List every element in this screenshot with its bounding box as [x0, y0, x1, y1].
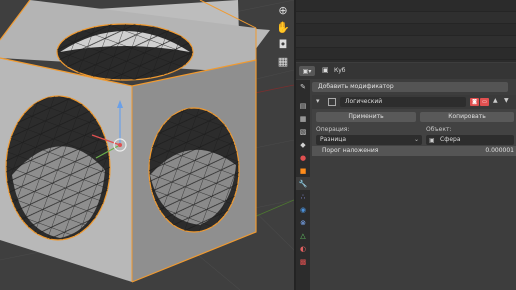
modifier-name-field[interactable]: Логический — [340, 97, 466, 107]
operation-select[interactable]: Разница ⌄ — [316, 135, 422, 145]
outliner-row — [296, 0, 516, 12]
object-icon: ▣ — [322, 66, 329, 74]
zoom-icon[interactable]: ⊕ — [275, 2, 291, 18]
hand-pan-icon[interactable]: ✋ — [275, 19, 291, 35]
outliner-row — [296, 36, 516, 48]
chevron-down-icon: ⌄ — [413, 136, 419, 143]
boolean-modifier-icon — [328, 98, 336, 106]
data-tab-icon[interactable]: △ — [296, 229, 310, 242]
tool-tab-icon[interactable]: ✎ — [296, 80, 310, 93]
view-layer-tab-icon[interactable]: ▧ — [296, 125, 310, 138]
properties-editor: ▣▾ ▣ Куб ✎ ▤ ▦ ▧ ◆ ● ■ 🔧 ∴ ◉ ⊗ △ ◐ ▩ Добавить модифик… — [296, 63, 516, 290]
modifier-tab-icon[interactable]: 🔧 — [296, 177, 310, 190]
active-object-name: Куб — [334, 67, 346, 74]
render-tab-icon[interactable]: ▤ — [296, 99, 310, 112]
modifier-panel: Добавить модификатор ▾ Логический ◙ ▭ ▲ … — [312, 80, 516, 290]
world-tab-icon[interactable]: ● — [296, 151, 310, 164]
operation-value: Разница — [320, 136, 347, 143]
particles-tab-icon[interactable]: ∴ — [296, 190, 310, 203]
viewport-toggle-icon[interactable]: ▭ — [480, 98, 489, 106]
grid-icon[interactable]: ▦ — [275, 53, 291, 69]
copy-button[interactable]: Копировать — [420, 112, 514, 122]
render-toggle-icon[interactable]: ◙ — [470, 98, 479, 106]
operation-label: Операция: — [316, 126, 350, 133]
object-field[interactable]: ▣ Сфера — [426, 135, 514, 145]
overlap-value: 0.000001 — [485, 147, 514, 154]
outliner-row — [296, 48, 516, 60]
scene-render — [0, 0, 294, 290]
modifier-header: ▾ Логический ◙ ▭ ▲ ▼ — [312, 95, 516, 109]
overlap-label: Порог наложения — [322, 147, 379, 154]
move-down-icon[interactable]: ▼ — [504, 97, 509, 104]
object-label: Объект: — [426, 126, 452, 133]
apply-button[interactable]: Применить — [316, 112, 416, 122]
move-up-icon[interactable]: ▲ — [493, 97, 498, 104]
camera-icon[interactable]: ◘ — [275, 36, 291, 52]
scene-tab-icon[interactable]: ◆ — [296, 138, 310, 151]
3d-viewport[interactable]: ⊕ ✋ ◘ ▦ — [0, 0, 294, 290]
object-tab-icon[interactable]: ■ — [296, 164, 310, 177]
output-tab-icon[interactable]: ▦ — [296, 112, 310, 125]
outliner-row — [296, 24, 516, 36]
editor-type-button[interactable]: ▣▾ — [299, 66, 315, 76]
viewport-navigation: ⊕ ✋ ◘ ▦ — [275, 2, 291, 70]
outliner-row — [296, 12, 516, 24]
texture-tab-icon[interactable]: ▩ — [296, 255, 310, 268]
properties-header: ▣▾ ▣ Куб — [296, 63, 516, 79]
add-modifier-button[interactable]: Добавить модификатор — [312, 82, 508, 92]
collapse-arrow-icon[interactable]: ▾ — [316, 97, 320, 105]
properties-tabs: ✎ ▤ ▦ ▧ ◆ ● ■ 🔧 ∴ ◉ ⊗ △ ◐ ▩ — [296, 80, 310, 290]
object-value: Сфера — [440, 136, 461, 143]
constraints-tab-icon[interactable]: ⊗ — [296, 216, 310, 229]
overlap-threshold-field[interactable]: Порог наложения 0.000001 — [312, 146, 516, 156]
outliner-panel — [296, 0, 516, 62]
mesh-object-icon: ▣ — [429, 137, 435, 144]
physics-tab-icon[interactable]: ◉ — [296, 203, 310, 216]
material-tab-icon[interactable]: ◐ — [296, 242, 310, 255]
